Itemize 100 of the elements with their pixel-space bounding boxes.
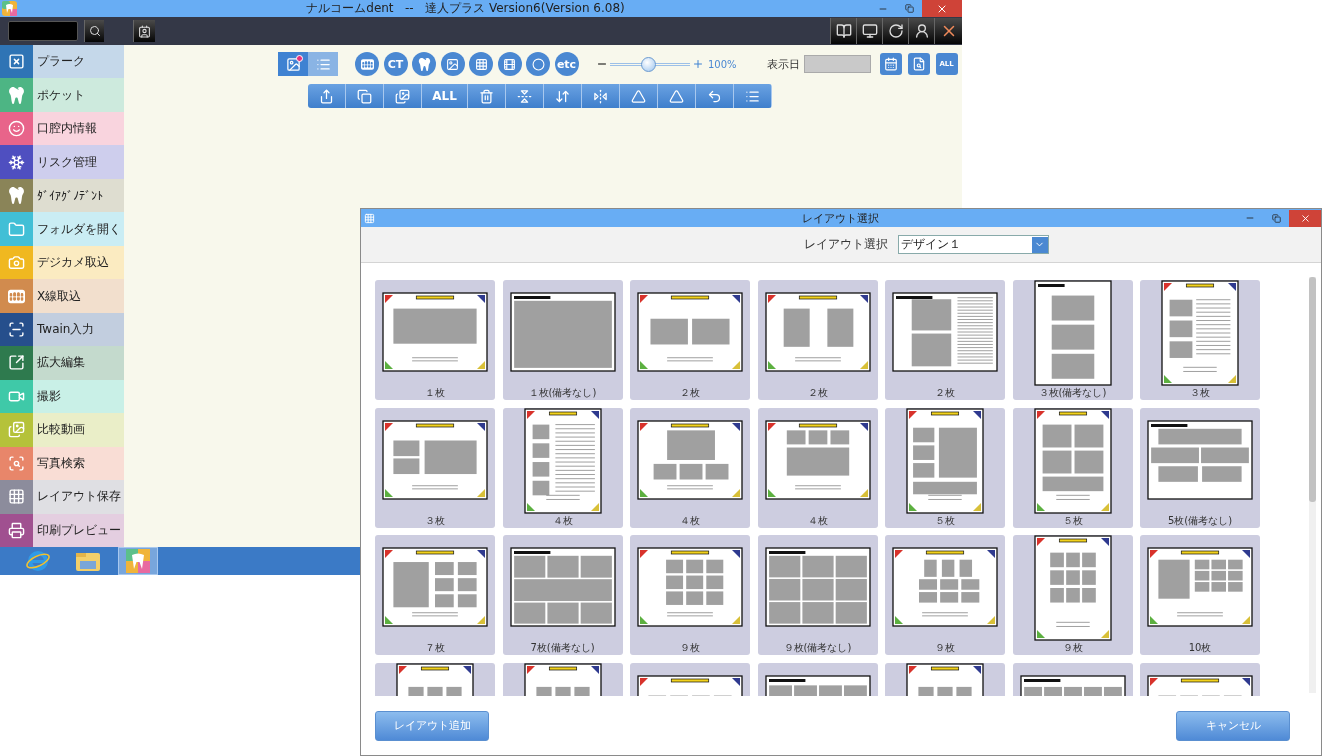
exit-button[interactable] <box>934 18 962 44</box>
date-field[interactable] <box>803 55 871 73</box>
edit-tool-button[interactable] <box>384 84 422 108</box>
sidebar-item[interactable]: レイアウト保存 <box>0 480 124 514</box>
edit-tool-button[interactable] <box>544 84 582 108</box>
film-icon <box>503 57 516 71</box>
teeth-icon <box>8 287 25 305</box>
layout-option[interactable]: ９枚 <box>630 535 750 655</box>
sidebar-item[interactable]: 印刷プレビュー <box>0 513 124 548</box>
edit-tool-button[interactable] <box>308 84 346 108</box>
tool-button[interactable] <box>412 52 436 76</box>
tool-button[interactable]: etc <box>554 52 579 76</box>
layout-select[interactable]: デザイン１ <box>897 235 1049 254</box>
monitor-icon <box>861 23 878 39</box>
layout-option[interactable]: ９枚 <box>1012 535 1133 655</box>
layout-option[interactable]: ９枚(備考なし) <box>757 535 878 655</box>
layout-option[interactable]: 10枚 <box>1140 535 1260 655</box>
taskbar-button[interactable] <box>118 547 158 575</box>
scan-icon <box>8 321 25 338</box>
dialog-title: レイアウト選択 <box>800 210 880 226</box>
slider-thumb[interactable] <box>641 56 657 72</box>
sidebar-item[interactable]: X線取込 <box>0 279 124 313</box>
close-icon <box>1299 212 1311 224</box>
app-logo-icon <box>2 1 17 16</box>
sidebar-item[interactable]: プラーク <box>0 45 124 79</box>
teeth-icon <box>360 57 374 71</box>
triangle-icon <box>631 88 646 104</box>
user-button[interactable] <box>908 18 934 44</box>
layout-option[interactable]: ３枚 <box>375 407 495 528</box>
flip-horizontal-icon <box>593 88 608 104</box>
tool-button[interactable] <box>497 52 522 76</box>
scrollbar[interactable] <box>1309 277 1316 693</box>
image-search-icon <box>8 454 25 472</box>
date-label: 表示日 <box>766 56 800 72</box>
layout-option[interactable]: ７枚 <box>375 535 495 655</box>
grid-icon <box>474 57 488 71</box>
scrollbar-thumb[interactable] <box>1309 277 1316 502</box>
app-logo-icon <box>126 549 150 573</box>
layout-option[interactable]: １枚 <box>375 280 495 400</box>
edit-tool-button[interactable] <box>506 84 544 108</box>
monitor-button[interactable] <box>856 18 882 44</box>
sidebar-item[interactable]: 拡大編集 <box>0 346 124 380</box>
layout-option[interactable]: ２枚 <box>885 280 1005 400</box>
edit-tool-button[interactable] <box>658 84 696 108</box>
layout-option[interactable]: ４枚 <box>630 407 750 528</box>
thumbnail-view-tab[interactable] <box>278 52 308 76</box>
tooth-icon <box>8 187 25 205</box>
printer-icon <box>8 521 25 539</box>
layout-option[interactable]: ５枚 <box>885 407 1005 528</box>
edit-tool-button[interactable] <box>346 84 384 108</box>
sidebar-item[interactable]: 比較動画 <box>0 413 124 447</box>
manual-button[interactable] <box>830 18 856 44</box>
copy-icon <box>357 88 372 104</box>
layout-option[interactable]: ２枚 <box>757 280 878 400</box>
search-icon <box>88 25 101 37</box>
arrow-down-up-icon <box>555 88 570 104</box>
patient-button[interactable] <box>133 20 155 42</box>
tool-button[interactable] <box>526 52 550 76</box>
layout-option[interactable]: ４枚 <box>502 407 623 528</box>
layout-option[interactable]: ４枚 <box>757 407 878 528</box>
layout-option[interactable]: ９枚 <box>885 535 1005 655</box>
close-button[interactable] <box>1289 209 1321 227</box>
edit-tool-button[interactable] <box>696 84 734 108</box>
sidebar-item[interactable]: 写真検索 <box>0 446 124 481</box>
layout-option[interactable]: 7枚(備考なし) <box>502 535 623 655</box>
patient-id-field[interactable] <box>8 21 78 41</box>
refresh-button[interactable] <box>882 18 908 44</box>
restore-icon <box>1271 213 1281 223</box>
list-icon <box>745 88 760 104</box>
date-tool-button[interactable] <box>907 53 930 75</box>
zoom-reading: 100% <box>708 58 737 70</box>
user-icon <box>913 23 930 39</box>
tool-button[interactable] <box>440 52 465 76</box>
edit-tool-button[interactable] <box>734 84 772 108</box>
edit-tool-button[interactable] <box>468 84 506 108</box>
undo-icon <box>707 88 722 104</box>
sidebar-item[interactable]: ﾀﾞｲｱｸﾞﾉﾃﾞﾝﾄ <box>0 178 124 213</box>
layout-option[interactable]: ２枚 <box>630 280 750 400</box>
sidebar-item[interactable]: フォルダを開く <box>0 212 124 246</box>
tool-button[interactable]: CT <box>383 52 408 76</box>
list-view-tab[interactable] <box>308 52 338 76</box>
tool-button[interactable] <box>469 52 493 76</box>
image-icon <box>446 57 459 71</box>
sidebar-item[interactable]: 撮影 <box>0 379 124 414</box>
layout-option[interactable]: ３枚 <box>1140 280 1260 400</box>
tool-button[interactable] <box>355 52 379 76</box>
sidebar-item[interactable]: リスク管理 <box>0 145 124 179</box>
layout-option[interactable]: 5枚(備考なし) <box>1140 407 1260 528</box>
sidebar-item[interactable]: 口腔内情報 <box>0 111 124 146</box>
date-tool-button[interactable] <box>879 53 902 75</box>
image-icon <box>285 56 301 72</box>
sidebar-item[interactable]: デジカメ取込 <box>0 245 124 280</box>
edit-tool-button[interactable] <box>582 84 620 108</box>
sidebar-item[interactable]: ポケット <box>0 78 124 112</box>
edit-tool-button[interactable] <box>620 84 658 108</box>
layout-option[interactable]: ３枚(備考なし) <box>1012 280 1133 400</box>
search-button[interactable] <box>84 20 104 42</box>
sidebar-item[interactable]: Twain入力 <box>0 312 124 347</box>
layout-option[interactable]: ５枚 <box>1012 407 1133 528</box>
layout-option[interactable]: １枚(備考なし) <box>502 280 623 400</box>
